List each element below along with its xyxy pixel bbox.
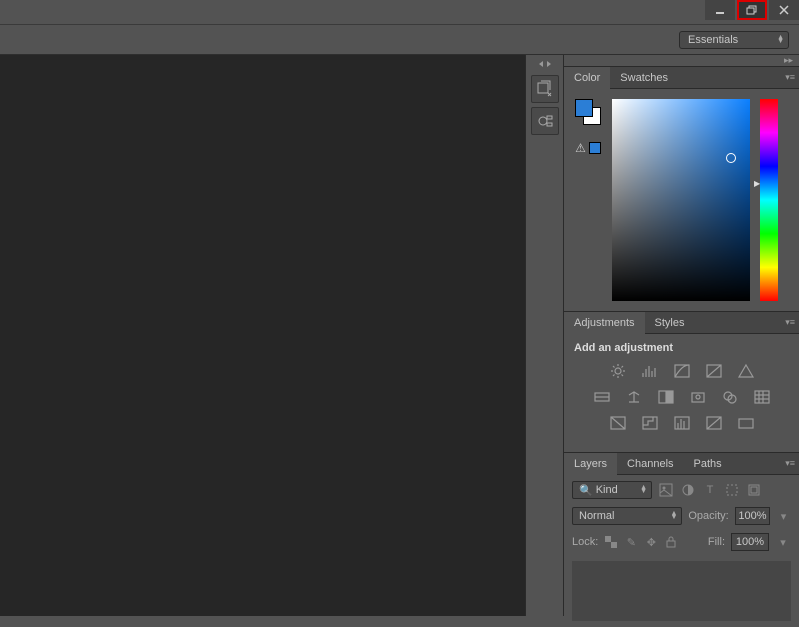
panels-top-row: ▸▸ — [564, 55, 799, 66]
vibrance-icon[interactable] — [736, 362, 756, 380]
collapse-panels-icon[interactable]: ▸▸ — [784, 55, 793, 66]
adjustments-tabs: Adjustments Styles ▾≡ — [564, 312, 799, 334]
color-swatch-column: ⚠ — [574, 99, 602, 301]
tab-paths[interactable]: Paths — [684, 453, 732, 475]
gamut-warning[interactable]: ⚠ — [575, 141, 601, 155]
lock-label: Lock: — [572, 536, 598, 548]
dropdown-arrows-icon: ▲▼ — [777, 36, 784, 44]
layer-filter-kind-dropdown[interactable]: 🔍Kind ▲▼ — [572, 481, 652, 499]
layers-panel: Layers Channels Paths ▾≡ 🔍Kind ▲▼ T — [564, 452, 799, 627]
color-panel-menu-icon[interactable]: ▾≡ — [785, 72, 795, 83]
workspace-label: Essentials — [688, 34, 738, 46]
fill-value[interactable]: 100% — [731, 533, 769, 551]
filter-shape-icon[interactable] — [724, 482, 740, 498]
black-white-icon[interactable] — [656, 388, 676, 406]
adjustments-panel: Adjustments Styles ▾≡ Add an adjustment — [564, 311, 799, 452]
hue-slider[interactable] — [760, 99, 778, 301]
layers-list[interactable] — [572, 561, 791, 621]
lock-position-icon[interactable]: ✥ — [644, 535, 658, 549]
filter-type-icon[interactable]: T — [702, 482, 718, 498]
search-icon: 🔍 — [579, 484, 593, 497]
tab-adjustments[interactable]: Adjustments — [564, 312, 645, 334]
color-tabs: Color Swatches ▾≡ — [564, 67, 799, 89]
restore-button[interactable] — [737, 0, 767, 20]
selective-color-icon[interactable] — [736, 414, 756, 432]
hue-pointer-icon: ▶ — [754, 179, 760, 188]
filter-adjustment-icon[interactable] — [680, 482, 696, 498]
blend-mode-dropdown[interactable]: Normal ▲▼ — [572, 507, 682, 525]
threshold-icon[interactable] — [672, 414, 692, 432]
color-field-cursor — [726, 153, 736, 163]
opacity-dropdown-icon[interactable]: ▾ — [776, 508, 791, 524]
hue-saturation-icon[interactable] — [592, 388, 612, 406]
fill-dropdown-icon[interactable]: ▾ — [775, 534, 791, 550]
levels-icon[interactable] — [640, 362, 660, 380]
exposure-icon[interactable] — [704, 362, 724, 380]
dock-collapse-button[interactable] — [530, 59, 560, 69]
titlebar — [0, 0, 799, 25]
layers-tabs: Layers Channels Paths ▾≡ — [564, 453, 799, 475]
tab-color[interactable]: Color — [564, 67, 610, 89]
filter-smart-icon[interactable] — [746, 482, 762, 498]
layers-panel-menu-icon[interactable]: ▾≡ — [785, 458, 795, 469]
filter-pixel-icon[interactable] — [658, 482, 674, 498]
gradient-map-icon[interactable] — [704, 414, 724, 432]
gamut-swatch — [589, 142, 601, 154]
workspace-dropdown[interactable]: Essentials ▲▼ — [679, 31, 789, 49]
fg-bg-swatches[interactable] — [575, 99, 601, 125]
history-panel-icon[interactable] — [531, 75, 559, 103]
adjustments-panel-menu-icon[interactable]: ▾≡ — [785, 317, 795, 328]
minimize-button[interactable] — [705, 0, 735, 20]
warning-icon: ⚠ — [575, 141, 586, 155]
color-field[interactable] — [612, 99, 750, 301]
photo-filter-icon[interactable] — [688, 388, 708, 406]
tab-channels[interactable]: Channels — [617, 453, 683, 475]
curves-icon[interactable] — [672, 362, 692, 380]
lock-all-icon[interactable] — [664, 535, 678, 549]
posterize-icon[interactable] — [640, 414, 660, 432]
dropdown-arrows-icon: ▲▼ — [670, 512, 677, 520]
opacity-label: Opacity: — [688, 510, 728, 522]
tab-swatches[interactable]: Swatches — [610, 67, 678, 89]
close-button[interactable] — [769, 0, 799, 20]
brightness-contrast-icon[interactable] — [608, 362, 628, 380]
lock-pixels-icon[interactable]: ✎ — [624, 535, 638, 549]
color-balance-icon[interactable] — [624, 388, 644, 406]
tab-layers[interactable]: Layers — [564, 453, 617, 475]
color-panel: Color Swatches ▾≡ ⚠ — [564, 66, 799, 311]
tab-styles[interactable]: Styles — [645, 312, 695, 334]
invert-icon[interactable] — [608, 414, 628, 432]
opacity-value[interactable]: 100% — [735, 507, 770, 525]
panels-column: ▸▸ Color Swatches ▾≡ ⚠ — [563, 55, 799, 616]
properties-panel-icon[interactable] — [531, 107, 559, 135]
channel-mixer-icon[interactable] — [720, 388, 740, 406]
fill-label: Fill: — [708, 536, 725, 548]
color-lookup-icon[interactable] — [752, 388, 772, 406]
lock-transparency-icon[interactable] — [604, 535, 618, 549]
dropdown-arrows-icon: ▲▼ — [640, 486, 647, 494]
foreground-swatch[interactable] — [575, 99, 593, 117]
collapsed-dock — [525, 55, 563, 616]
options-bar: Essentials ▲▼ — [0, 25, 799, 55]
adjustments-heading: Add an adjustment — [574, 342, 789, 354]
canvas-area — [0, 55, 525, 616]
